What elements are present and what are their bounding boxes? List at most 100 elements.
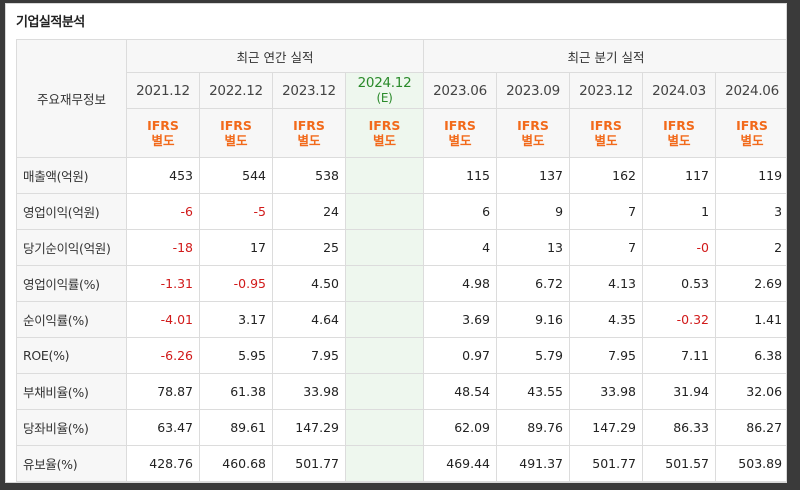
table-row: ROE(%) -6.26 5.95 7.95 0.97 5.79 7.95 7.11 6.38	[16, 337, 786, 374]
table-cell: 9	[496, 193, 571, 230]
table-cell: -5	[199, 193, 273, 230]
period-year: 2024.12	[357, 74, 412, 91]
ifrs-label: IFRS	[220, 118, 252, 133]
ifrs-label: IFRS	[663, 118, 695, 133]
financial-table: 주요재무정보 최근 연간 실적 최근 분기 실적 2021.12 2022.12 2…	[16, 39, 786, 482]
table-cell: -6	[126, 193, 200, 230]
table-cell: 0.53	[642, 265, 717, 302]
table-cell: 9.16	[496, 301, 571, 338]
table-cell: 137	[496, 157, 571, 194]
table-cell: 3	[715, 193, 786, 230]
ifrs-header: IFRS 별도	[423, 108, 498, 158]
table-cell: 61.38	[199, 373, 273, 410]
table-cell: 501.77	[569, 445, 644, 482]
table-cell: 544	[199, 157, 273, 194]
table-cell: 32.06	[715, 373, 786, 410]
table-cell: 1.41	[715, 301, 786, 338]
corner-header: 주요재무정보	[16, 39, 127, 158]
table-cell	[344, 265, 425, 302]
table-cell: 4.98	[423, 265, 498, 302]
period-header: 2023.12	[272, 72, 346, 109]
row-label: 매출액(억원)	[16, 157, 127, 194]
row-label: 부채비율(%)	[16, 373, 127, 410]
separate-label: 별도	[373, 133, 397, 148]
table-cell: -6.26	[126, 337, 200, 374]
table-row: 매출액(억원) 453 544 538 115 137 162 117 119	[16, 157, 786, 194]
table-cell: -0.95	[199, 265, 273, 302]
table-cell: 7.95	[569, 337, 644, 374]
table-row: 영업이익(억원) -6 -5 24 6 9 7 1 3	[16, 193, 786, 230]
ifrs-label: IFRS	[368, 118, 401, 133]
table-row: 영업이익률(%) -1.31 -0.95 4.50 4.98 6.72 4.13 0.53 2.…	[16, 265, 786, 302]
period-header: 2024.03	[642, 72, 717, 109]
annual-group-header: 최근 연간 실적	[125, 39, 425, 73]
ifrs-header: IFRS 별도	[199, 108, 273, 158]
table-cell: -0.32	[642, 301, 717, 338]
table-cell: 147.29	[569, 409, 644, 446]
table-cell: 31.94	[642, 373, 717, 410]
table-row: 부채비율(%) 78.87 61.38 33.98 48.54 43.55 33.98 31.…	[16, 373, 786, 410]
table-cell: 6.38	[715, 337, 786, 374]
separate-label: 별도	[594, 133, 618, 148]
separate-label: 별도	[667, 133, 691, 148]
table-cell: -1.31	[126, 265, 200, 302]
period-header: 2021.12	[126, 72, 200, 109]
ifrs-header: IFRS 별도	[344, 108, 425, 158]
table-cell: 501.57	[642, 445, 717, 482]
table-row: 유보율(%) 428.76 460.68 501.77 469.44 491.37 501.…	[16, 445, 786, 482]
quarter-group-header: 최근 분기 실적	[423, 39, 786, 73]
table-row: 당기순이익(억원) -18 17 25 4 13 7 -0 2	[16, 229, 786, 266]
table-cell	[344, 157, 425, 194]
table-cell	[344, 337, 425, 374]
table-cell	[344, 445, 425, 482]
period-header: 2022.12	[199, 72, 273, 109]
table-cell: 1	[642, 193, 717, 230]
row-label: 유보율(%)	[16, 445, 127, 482]
row-label: 당기순이익(억원)	[16, 229, 127, 266]
table-cell	[344, 229, 425, 266]
table-cell: 453	[126, 157, 200, 194]
table-cell: 3.17	[199, 301, 273, 338]
row-label: ROE(%)	[16, 337, 127, 374]
ifrs-header: IFRS 별도	[715, 108, 786, 158]
table-cell: 428.76	[126, 445, 200, 482]
separate-label: 별도	[224, 133, 248, 148]
table-cell: 3.69	[423, 301, 498, 338]
ifrs-label: IFRS	[444, 118, 476, 133]
table-cell: 5.79	[496, 337, 571, 374]
table-cell: 86.27	[715, 409, 786, 446]
table-cell: 2.69	[715, 265, 786, 302]
estimate-marker: (E)	[376, 90, 393, 105]
table-cell: 48.54	[423, 373, 498, 410]
table-cell: 7.95	[272, 337, 346, 374]
table-cell: 4.50	[272, 265, 346, 302]
table-row: 당좌비율(%) 63.47 89.61 147.29 62.09 89.76 147.29 8…	[16, 409, 786, 446]
table-cell: 89.61	[199, 409, 273, 446]
table-cell: 63.47	[126, 409, 200, 446]
table-cell: 6.72	[496, 265, 571, 302]
row-label: 당좌비율(%)	[16, 409, 127, 446]
table-cell: 4.13	[569, 265, 644, 302]
period-header: 2023.12	[569, 72, 644, 109]
ifrs-header: IFRS 별도	[272, 108, 346, 158]
ifrs-header: IFRS 별도	[569, 108, 644, 158]
ifrs-label: IFRS	[293, 118, 325, 133]
table-cell: 7	[569, 193, 644, 230]
table-cell: 5.95	[199, 337, 273, 374]
table-cell: 25	[272, 229, 346, 266]
table-cell: 4	[423, 229, 498, 266]
table-cell: 7	[569, 229, 644, 266]
table-cell: 78.87	[126, 373, 200, 410]
separate-label: 별도	[151, 133, 175, 148]
table-cell: 162	[569, 157, 644, 194]
table-cell: -4.01	[126, 301, 200, 338]
table-cell: -18	[126, 229, 200, 266]
table-cell: 501.77	[272, 445, 346, 482]
table-cell: 119	[715, 157, 786, 194]
table-cell: 4.64	[272, 301, 346, 338]
ifrs-header: IFRS 별도	[642, 108, 717, 158]
table-cell: 7.11	[642, 337, 717, 374]
ifrs-header: IFRS 별도	[126, 108, 200, 158]
table-cell: 147.29	[272, 409, 346, 446]
period-header: 2024.06	[715, 72, 786, 109]
